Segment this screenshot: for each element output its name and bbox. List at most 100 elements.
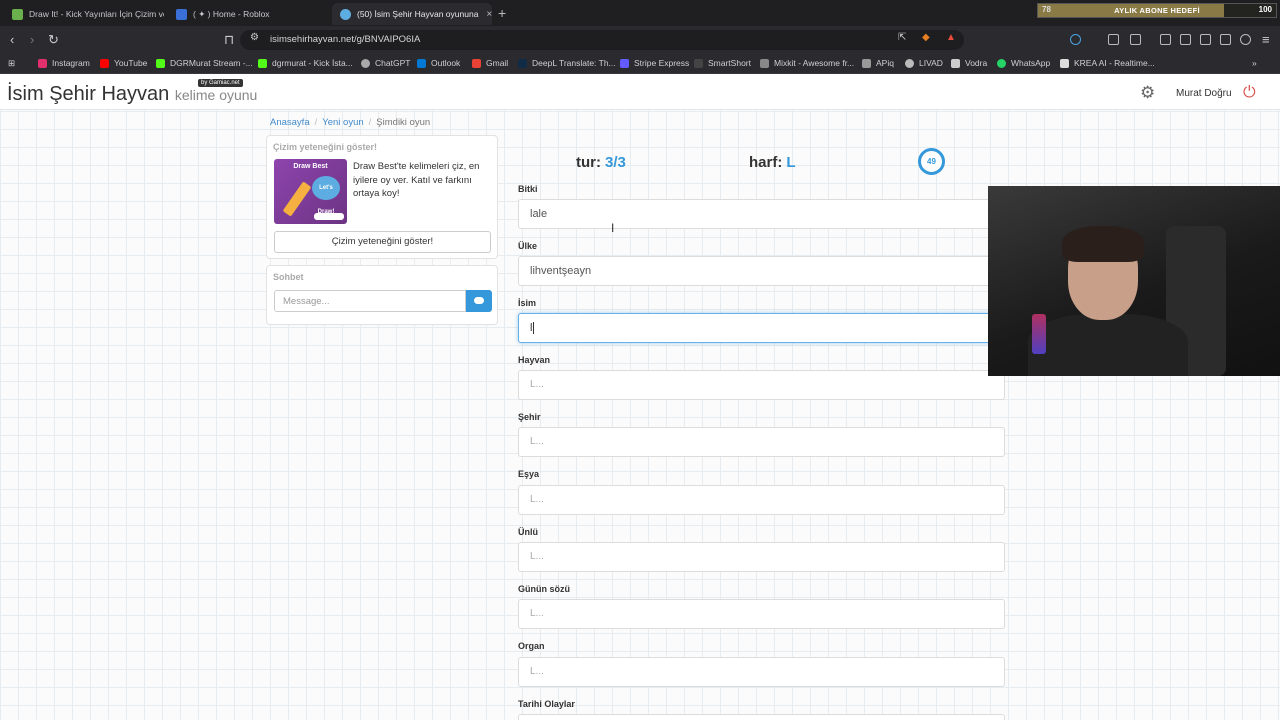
globe-favicon-icon [340, 8, 351, 20]
bookmark-dgrmurat-stream[interactable]: DGRMurat Stream -... [156, 58, 253, 68]
breadcrumb: Anasayfa / Yeni oyun / Şimdiki oyun [270, 117, 430, 128]
webcam-overlay [988, 186, 1280, 376]
subscriber-goal-overlay: 78 AYLIK ABONE HEDEFİ 100 [1037, 3, 1277, 18]
chat-bubble-icon [474, 297, 484, 304]
streamer-body [1028, 314, 1188, 376]
draw-best-image-title: Draw Best [293, 163, 328, 170]
bookmark-apiq[interactable]: APiq [862, 58, 894, 68]
apps-icon[interactable]: ⊞ [8, 58, 15, 69]
letter-indicator: harf: L [749, 154, 796, 171]
promo-title: Çizim yeteneğini göster! [273, 142, 378, 152]
field-input-bitki[interactable]: lale [518, 199, 1005, 229]
site-info-icon[interactable]: ⚙ [250, 32, 259, 43]
browser-tab-bar: Draw It! - Kick Yayınları İçin Çizim ve … [0, 0, 1280, 26]
tab-roblox[interactable]: ( ✦ ) Home - Roblox [168, 3, 328, 25]
draw-best-promo: Çizim yeteneğini göster! Draw Best Let's… [266, 135, 498, 259]
gear-icon[interactable]: ⚙ [1140, 84, 1158, 102]
chat-send-button[interactable] [466, 290, 492, 312]
bookmark-dgrmurat-kick[interactable]: dgrmurat - Kick İsta... [258, 58, 353, 68]
bookmark-chatgpt[interactable]: ChatGPT [361, 58, 410, 68]
wallet2-icon[interactable] [1200, 34, 1211, 45]
bookmark-whatsapp[interactable]: WhatsApp [997, 58, 1050, 68]
field-input-unlu[interactable]: L... [518, 542, 1005, 572]
bookmark-instagram[interactable]: Instagram [38, 58, 90, 68]
roblox-favicon-icon [176, 8, 187, 20]
round-indicator: tur: 3/3 [576, 154, 626, 171]
field-label-esya: Eşya [518, 469, 540, 479]
field-input-hayvan[interactable]: L... [518, 370, 1005, 400]
bookmark-deepl[interactable]: DeepL Translate: Th... [518, 58, 616, 68]
round-label: tur: [576, 154, 601, 171]
breadcrumb-home[interactable]: Anasayfa [270, 117, 310, 128]
bookmark-youtube[interactable]: YouTube [100, 58, 147, 68]
bookmark-krea[interactable]: KREA AI - Realtime... [1060, 58, 1155, 68]
wallet-icon[interactable] [1130, 34, 1141, 45]
brave-shield-icon[interactable]: ◆ [922, 32, 930, 43]
livad-icon [905, 58, 914, 68]
field-input-isim-value: l [530, 322, 533, 334]
whatsapp-icon [997, 58, 1006, 68]
vpn-icon[interactable] [1240, 34, 1251, 45]
bookmark-icon[interactable]: ⊓ [224, 32, 234, 48]
streamer-hair [1062, 226, 1144, 262]
breadcrumb-separator: / [368, 117, 372, 128]
back-icon[interactable]: ‹ [10, 32, 14, 47]
brave-rewards-icon[interactable]: ▲ [946, 32, 956, 43]
tab-label: ( ✦ ) Home - Roblox [193, 8, 270, 19]
bookmark-mixkit[interactable]: Mixkit - Awesome fr... [760, 58, 854, 68]
chat-message-input[interactable]: Message... [274, 290, 466, 312]
draw-best-image[interactable]: Draw Best Let's Draw! [274, 159, 347, 224]
stripe-icon [620, 58, 629, 68]
field-input-ulke[interactable]: lihventşeayn [518, 256, 1005, 286]
bookmark-livad[interactable]: LIVAD [905, 58, 943, 68]
show-drawing-skill-button[interactable]: Çizim yeteneğini göster! [274, 231, 491, 253]
outlook-icon [417, 58, 426, 68]
pencil-icon [282, 181, 312, 217]
bookmark-outlook[interactable]: Outlook [417, 58, 460, 68]
field-input-sehir[interactable]: L... [518, 427, 1005, 457]
menu-icon[interactable]: ≡ [1262, 32, 1270, 47]
site-header: İsim Şehir Hayvan kelime oyunu by Gamiac… [0, 75, 1280, 110]
draw-it-favicon-icon [12, 8, 23, 20]
gamiac-badge[interactable]: by Gamiac.net [198, 79, 243, 87]
krea-icon [1060, 58, 1069, 68]
tab-draw-it[interactable]: Draw It! - Kick Yayınları İçin Çizim ve [4, 3, 164, 25]
field-input-gunun-sozu[interactable]: L... [518, 599, 1005, 629]
power-icon[interactable]: ⏻ [1243, 84, 1256, 102]
field-label-tarihi-olaylar: Tarihi Olaylar [518, 699, 575, 709]
forward-icon[interactable]: › [30, 32, 34, 47]
field-input-esya[interactable]: L... [518, 485, 1005, 515]
promo-text: Draw Best'te kelimeleri çiz, en iyilere … [353, 161, 480, 199]
field-label-unlu: Ünlü [518, 527, 538, 537]
reload-icon[interactable]: ↻ [48, 32, 59, 48]
bookmark-stripe[interactable]: Stripe Express [620, 58, 689, 68]
share-icon[interactable]: ⇱ [898, 32, 906, 43]
more-bookmarks-icon[interactable]: » [1252, 58, 1257, 68]
media-icon[interactable] [1160, 34, 1171, 45]
round-value: 3/3 [605, 154, 626, 171]
url-field[interactable]: ⚙ isimsehirhayvan.net/g/BNVAIPO6IA ⇱ ◆ ▲ [240, 30, 964, 50]
tab-label: Draw It! - Kick Yayınları İçin Çizim ve [29, 9, 164, 19]
address-bar-row: ‹ › ↻ ⊓ ⚙ isimsehirhayvan.net/g/BNVAIPO6… [0, 26, 1280, 54]
user-name[interactable]: Murat Doğru [1176, 88, 1232, 99]
breadcrumb-new-game[interactable]: Yeni oyun [322, 117, 363, 128]
sidebar-icon[interactable] [1180, 34, 1191, 45]
countdown-timer: 49 [918, 148, 945, 175]
extension-icon[interactable] [1070, 34, 1081, 45]
field-input-isim[interactable]: l [518, 313, 1005, 343]
field-input-organ[interactable]: L... [518, 657, 1005, 687]
new-tab-button[interactable]: + [498, 5, 506, 21]
bookmark-gmail[interactable]: Gmail [472, 58, 508, 68]
breadcrumb-current: Şimdiki oyun [376, 117, 431, 128]
field-input-tarihi-olaylar[interactable] [518, 714, 1005, 720]
leo-ai-icon[interactable] [1220, 34, 1231, 45]
bookmark-vodra[interactable]: Vodra [951, 58, 987, 68]
tab-isim-sehir-hayvan[interactable]: (50) İsim Şehir Hayvan oyununa × [332, 3, 492, 25]
subscriber-goal-label: AYLIK ABONE HEDEFİ [1114, 6, 1200, 15]
bookmark-smartshort[interactable]: SmartShort [694, 58, 751, 68]
mixkit-icon [760, 58, 769, 68]
extensions-icon[interactable] [1108, 34, 1119, 45]
close-tab-icon[interactable]: × [478, 9, 492, 20]
field-label-organ: Organ [518, 641, 545, 651]
mouse-cursor-ibeam: I [611, 221, 615, 235]
